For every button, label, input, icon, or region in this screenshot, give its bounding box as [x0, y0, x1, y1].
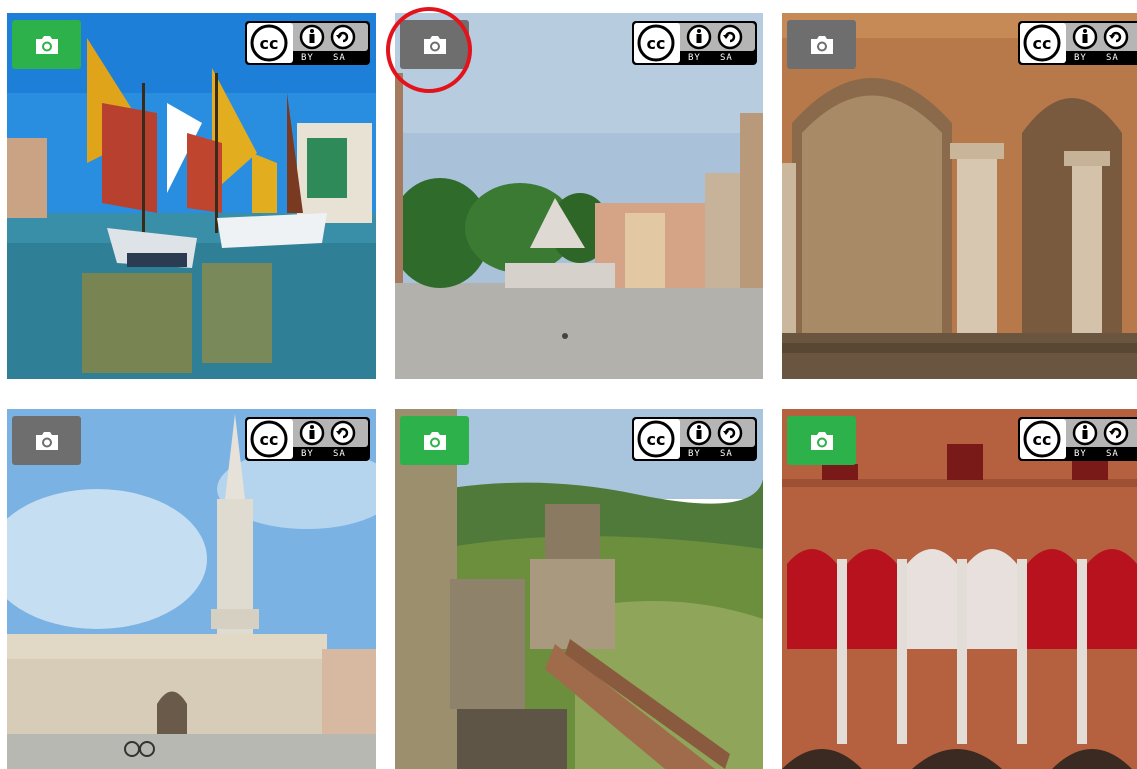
photo-tile-castle-hills[interactable]: cc BY SA: [395, 409, 763, 769]
photo-tile-arcade-frescoes[interactable]: cc BY SA: [782, 13, 1137, 379]
camera-icon: [423, 35, 446, 54]
photo-tile-piazza-fountain[interactable]: cc BY SA: [395, 13, 763, 379]
camera-icon: [810, 431, 833, 450]
cc-by-sa-license-badge[interactable]: cc BY SA: [632, 417, 757, 461]
license-by-label: BY: [1074, 449, 1087, 459]
photo-tile-canal-boats[interactable]: cc BY SA: [7, 13, 376, 379]
camera-button[interactable]: [12, 20, 81, 69]
camera-icon: [35, 35, 58, 54]
svg-text:cc: cc: [647, 34, 666, 53]
camera-button[interactable]: [400, 416, 469, 465]
license-sa-label: SA: [333, 449, 346, 459]
camera-button[interactable]: [787, 20, 856, 69]
license-by-label: BY: [688, 53, 701, 63]
license-sa-label: SA: [1106, 53, 1119, 63]
photo-tile-brick-arches[interactable]: cc BY SA: [782, 409, 1137, 769]
license-sa-label: SA: [720, 449, 733, 459]
license-by-label: BY: [1074, 53, 1087, 63]
photo-tile-cathedral-tower[interactable]: cc BY SA: [7, 409, 376, 769]
camera-icon: [35, 431, 58, 450]
svg-text:cc: cc: [260, 430, 279, 449]
camera-button[interactable]: [787, 416, 856, 465]
license-sa-label: SA: [333, 53, 346, 63]
camera-icon: [810, 35, 833, 54]
svg-text:cc: cc: [647, 430, 666, 449]
license-by-label: BY: [301, 53, 314, 63]
svg-text:cc: cc: [1033, 430, 1052, 449]
camera-button[interactable]: [400, 20, 469, 69]
license-by-label: BY: [301, 449, 314, 459]
cc-by-sa-license-badge[interactable]: cc BY SA: [245, 21, 370, 65]
camera-icon: [423, 431, 446, 450]
cc-by-sa-license-badge[interactable]: cc BY SA: [245, 417, 370, 461]
cc-by-sa-license-badge[interactable]: cc BY SA: [1018, 417, 1137, 461]
cc-by-sa-license-badge[interactable]: cc BY SA: [632, 21, 757, 65]
cc-by-sa-license-badge[interactable]: cc BY SA: [1018, 21, 1137, 65]
camera-button[interactable]: [12, 416, 81, 465]
license-sa-label: SA: [720, 53, 733, 63]
svg-text:cc: cc: [260, 34, 279, 53]
license-sa-label: SA: [1106, 449, 1119, 459]
license-by-label: BY: [688, 449, 701, 459]
svg-text:cc: cc: [1033, 34, 1052, 53]
